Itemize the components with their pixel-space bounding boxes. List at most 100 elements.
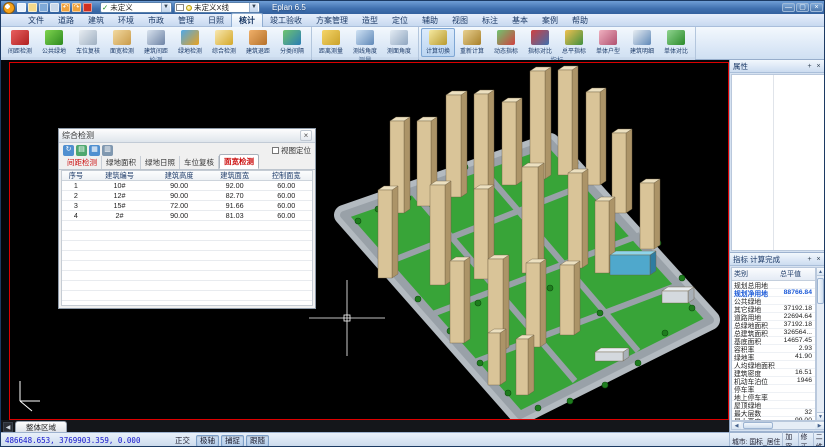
toggle-正交[interactable]: 正交 (171, 435, 194, 447)
column-header[interactable]: 类别 (732, 268, 778, 280)
column-header[interactable]: 控制面宽 (260, 171, 312, 181)
dialog-tab-间距检测[interactable]: 间距检测 (63, 156, 102, 169)
column-header[interactable]: 序号 (62, 171, 90, 181)
dialog-tab-面宽检测[interactable]: 面宽检测 (219, 154, 259, 169)
undo-icon[interactable]: ↶ (61, 3, 70, 12)
ribbon-button-绿地检测[interactable]: 绿地检测 (173, 28, 207, 57)
ribbon-button-测面角度[interactable]: 测面角度 (382, 28, 416, 57)
menu-tab-日照[interactable]: 日照 (201, 14, 231, 27)
dialog-tab-绿地面积[interactable]: 绿地面积 (102, 156, 141, 169)
dialog-tab-绿地日照[interactable]: 绿地日照 (141, 156, 180, 169)
pin-icon[interactable]: + (805, 62, 814, 71)
scroll-down-icon[interactable]: ▼ (817, 412, 824, 420)
menu-tab-道路[interactable]: 道路 (51, 14, 81, 27)
menu-tab-视图[interactable]: 视图 (445, 14, 475, 27)
table-row[interactable]: 315#72.0091.6660.00 (62, 201, 312, 211)
redo-icon[interactable]: ↷ (72, 3, 81, 12)
export-icon[interactable]: ▥ (102, 145, 113, 156)
status-segment[interactable]: 修正 (798, 431, 811, 447)
new-file-icon[interactable] (17, 3, 26, 12)
table-icon[interactable]: ▦ (89, 145, 100, 156)
horizontal-scrollbar[interactable]: ◀ ▶ (731, 421, 825, 430)
ribbon-button-距离测量[interactable]: 距离测量 (314, 28, 348, 57)
menu-tab-造型[interactable]: 造型 (355, 14, 385, 27)
view-locate-checkbox[interactable]: 视图定位 (272, 145, 311, 156)
status-segment[interactable]: 加密 (782, 431, 795, 447)
scrollbar-thumb[interactable] (817, 278, 824, 304)
minimize-button[interactable]: — (782, 3, 795, 12)
dialog-close-icon[interactable]: × (300, 130, 312, 141)
indicator-value: 14657.45 (778, 337, 814, 344)
menu-tab-核计[interactable]: 核计 (231, 13, 263, 27)
ribbon-button-建筑间距[interactable]: 建筑间距 (139, 28, 173, 57)
properties-grid[interactable] (731, 74, 825, 251)
status-segment[interactable]: 二维 (813, 431, 825, 447)
toggle-极轴[interactable]: 极轴 (196, 435, 219, 447)
column-header[interactable]: 建筑高度 (149, 171, 209, 181)
ribbon-button-综合检测[interactable]: 综合检测 (207, 28, 241, 57)
record-icon[interactable] (83, 3, 92, 12)
menu-tab-文件[interactable]: 文件 (21, 14, 51, 27)
toggle-跟随[interactable]: 跟随 (246, 435, 269, 447)
ribbon-button-总平指标[interactable]: 总平指标 (557, 28, 591, 57)
toggle-捕捉[interactable]: 捕捉 (221, 435, 244, 447)
layer-combo[interactable]: ✓ 未定义 ▼ (100, 2, 172, 13)
table-row[interactable]: 110#90.0092.0060.00 (62, 181, 312, 191)
menu-tab-基本[interactable]: 基本 (505, 14, 535, 27)
chevron-down-icon[interactable]: ▼ (161, 3, 170, 12)
menu-tab-辅助[interactable]: 辅助 (415, 14, 445, 27)
ribbon-button-计算切换[interactable]: 计算切换 (421, 28, 455, 57)
menu-tab-竣工验收[interactable]: 竣工验收 (263, 14, 309, 27)
scroll-up-icon[interactable]: ▲ (817, 268, 824, 276)
scroll-right-icon[interactable]: ▶ (815, 422, 824, 429)
scroll-left-icon[interactable]: ◀ (732, 422, 741, 429)
ribbon-button-单体户型[interactable]: 单体户型 (591, 28, 625, 57)
linetype-combo[interactable]: 未定义X线 ▼ (174, 2, 260, 13)
table-row[interactable]: 212#90.0082.7060.00 (62, 191, 312, 201)
menu-tab-方案管理[interactable]: 方案管理 (309, 14, 355, 27)
save-icon[interactable] (39, 3, 48, 12)
chart-icon[interactable]: ▤ (76, 145, 87, 156)
menu-tab-帮助[interactable]: 帮助 (565, 14, 595, 27)
vertical-scrollbar[interactable]: ▲ ▼ (816, 267, 825, 421)
ribbon-button-面宽检测[interactable]: 面宽检测 (105, 28, 139, 57)
ribbon-button-单体对比[interactable]: 单体对比 (659, 28, 693, 57)
column-header[interactable]: 建筑编号 (90, 171, 150, 181)
menu-tab-市政[interactable]: 市政 (141, 14, 171, 27)
chevron-down-icon[interactable]: ▼ (249, 3, 258, 12)
menu-tab-建筑[interactable]: 建筑 (81, 14, 111, 27)
menu-tab-管理[interactable]: 管理 (171, 14, 201, 27)
ribbon-button-建筑退距[interactable]: 建筑退距 (241, 28, 275, 57)
open-file-icon[interactable] (28, 3, 37, 12)
app-logo-icon[interactable] (3, 2, 15, 14)
column-header[interactable]: 建筑面宽 (209, 171, 261, 181)
close-icon[interactable]: × (814, 255, 823, 264)
maximize-button[interactable]: ▢ (796, 3, 809, 12)
dialog-tab-车位复核[interactable]: 车位复核 (180, 156, 219, 169)
menu-tab-案例[interactable]: 案例 (535, 14, 565, 27)
close-button[interactable]: × (810, 3, 823, 12)
scrollbar-thumb[interactable] (743, 422, 773, 429)
ribbon-button-建筑明细[interactable]: 建筑明细 (625, 28, 659, 57)
pin-icon[interactable]: + (805, 255, 814, 264)
menu-tab-标注[interactable]: 标注 (475, 14, 505, 27)
table-cell: 90.00 (149, 211, 209, 220)
dialog-title-bar[interactable]: 综合检测 × (59, 129, 315, 143)
drawing-tab[interactable]: 整体区域 (15, 421, 67, 432)
menu-tab-环境[interactable]: 环境 (111, 14, 141, 27)
ribbon-button-测线角度[interactable]: 测线角度 (348, 28, 382, 57)
table-row[interactable]: 42#90.0081.0360.00 (62, 211, 312, 221)
ribbon-button-车位复核[interactable]: 车位复核 (71, 28, 105, 57)
ribbon-button-指标对比[interactable]: 指标对比 (523, 28, 557, 57)
ribbon-button-重新计算[interactable]: 重新计算 (455, 28, 489, 57)
column-header[interactable]: 总平值 (778, 268, 803, 280)
ribbon-button-动态指标[interactable]: 动态指标 (489, 28, 523, 57)
plot-icon[interactable] (50, 3, 59, 12)
tab-nav-left-icon[interactable]: ◀ (3, 422, 13, 432)
ribbon-button-公共绿地[interactable]: 公共绿地 (37, 28, 71, 57)
ribbon-button-间距检测[interactable]: 间距检测 (3, 28, 37, 57)
menu-tab-定位[interactable]: 定位 (385, 14, 415, 27)
refresh-icon[interactable]: ↻ (63, 145, 74, 156)
ribbon-button-分类间隔[interactable]: 分类间隔 (275, 28, 309, 57)
close-icon[interactable]: × (814, 62, 823, 71)
